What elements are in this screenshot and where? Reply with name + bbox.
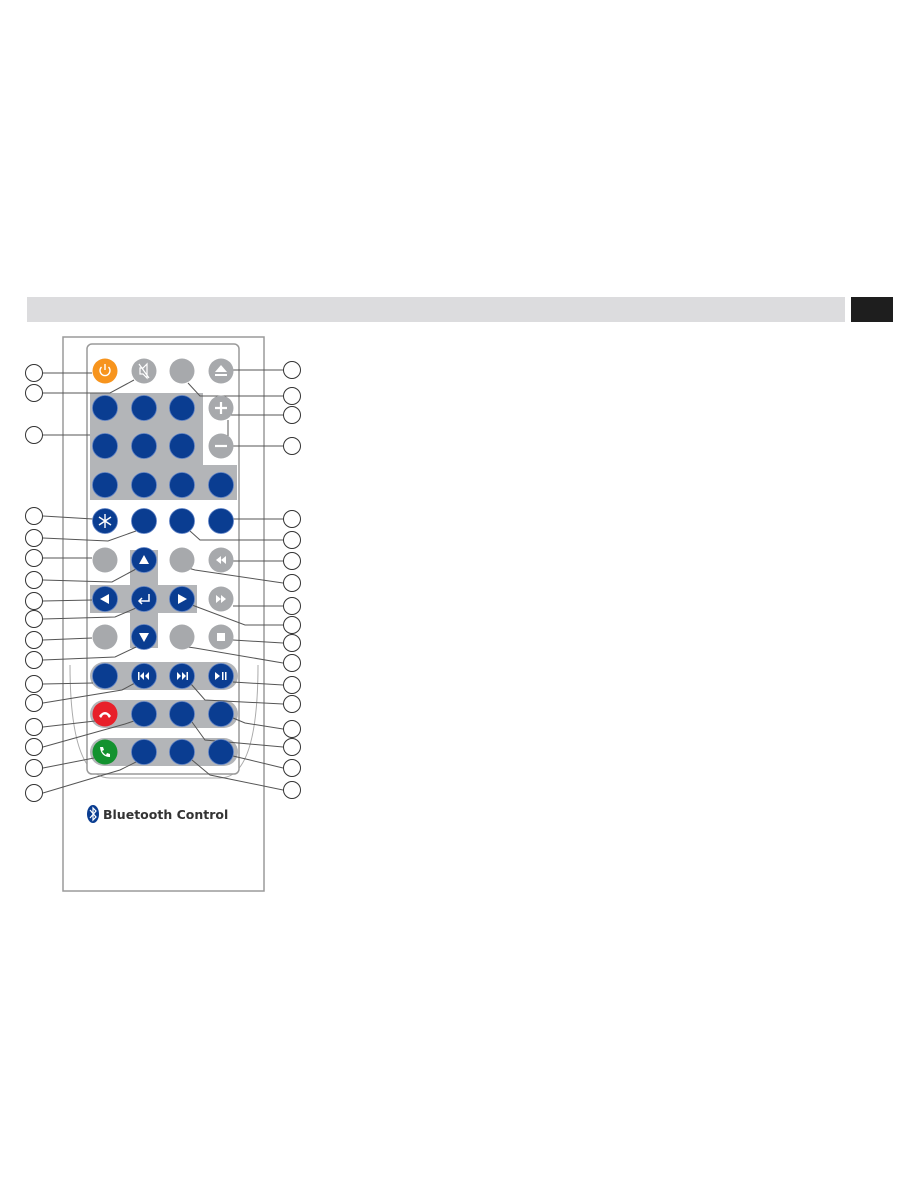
bluetooth-logo: Bluetooth Control [87, 805, 228, 823]
volume-down-button[interactable] [208, 433, 234, 459]
previous-track-button[interactable] [131, 663, 157, 689]
callout-circle [25, 694, 43, 712]
power-button[interactable] [92, 358, 118, 384]
number-button[interactable] [92, 395, 118, 421]
callout-circle [25, 784, 43, 802]
gray-button[interactable] [92, 624, 118, 650]
callout-circle [283, 676, 301, 694]
callout-circle [283, 531, 301, 549]
callout-circle [283, 387, 301, 405]
up-button[interactable] [131, 547, 157, 573]
eject-button[interactable] [208, 358, 234, 384]
blue-button[interactable] [169, 701, 195, 727]
play-pause-button[interactable] [208, 663, 234, 689]
callout-circle [25, 571, 43, 589]
blue-button[interactable] [208, 739, 234, 765]
callout-circle [25, 759, 43, 777]
enter-button[interactable] [131, 586, 157, 612]
callout-circle [25, 738, 43, 756]
number-button[interactable] [131, 395, 157, 421]
callout-circle [25, 384, 43, 402]
callout-circle [283, 510, 301, 528]
right-button[interactable] [169, 586, 195, 612]
callout-circle [25, 426, 43, 444]
callout-circle [25, 718, 43, 736]
callout-circle [25, 364, 43, 382]
blue-button[interactable] [169, 508, 195, 534]
blue-button[interactable] [131, 701, 157, 727]
fast-forward-button[interactable] [208, 586, 234, 612]
callout-circle [283, 695, 301, 713]
callout-circle [283, 406, 301, 424]
callout-circle [283, 720, 301, 738]
callout-circle [283, 574, 301, 592]
mute-button[interactable] [131, 358, 157, 384]
number-button[interactable] [169, 395, 195, 421]
down-button[interactable] [131, 624, 157, 650]
callout-circle [283, 616, 301, 634]
callout-circle [283, 437, 301, 455]
number-button[interactable] [208, 472, 234, 498]
callout-circle [25, 529, 43, 547]
asterisk-button[interactable] [92, 508, 118, 534]
gray-button[interactable] [169, 624, 195, 650]
next-track-button[interactable] [169, 663, 195, 689]
callout-circle [25, 651, 43, 669]
blue-button[interactable] [208, 508, 234, 534]
callout-circle [25, 549, 43, 567]
callout-circle [283, 781, 301, 799]
blue-button[interactable] [131, 739, 157, 765]
number-button[interactable] [131, 433, 157, 459]
number-button[interactable] [92, 433, 118, 459]
number-button[interactable] [169, 472, 195, 498]
callout-circle [283, 759, 301, 777]
callout-circle [25, 592, 43, 610]
callout-circle [25, 631, 43, 649]
left-button[interactable] [92, 586, 118, 612]
gray-button-row1[interactable] [169, 358, 195, 384]
blue-button[interactable] [208, 701, 234, 727]
callout-circle [25, 610, 43, 628]
callout-circle [283, 597, 301, 615]
blue-button[interactable] [92, 663, 118, 689]
callout-circle [283, 654, 301, 672]
hang-up-button[interactable] [92, 701, 118, 727]
callout-circle [25, 675, 43, 693]
logo-text: Bluetooth Control [103, 807, 228, 822]
number-button[interactable] [131, 472, 157, 498]
remote-control-diagram: Bluetooth Control [25, 336, 301, 892]
callout-circle [283, 634, 301, 652]
callout-circle [283, 361, 301, 379]
number-button[interactable] [169, 433, 195, 459]
rewind-button[interactable] [208, 547, 234, 573]
call-button[interactable] [92, 739, 118, 765]
gray-button[interactable] [169, 547, 195, 573]
blue-button[interactable] [131, 508, 157, 534]
stop-icon [217, 633, 225, 641]
callout-circle [283, 738, 301, 756]
gray-button[interactable] [92, 547, 118, 573]
volume-up-button[interactable] [208, 395, 234, 421]
blue-button[interactable] [169, 739, 195, 765]
callout-circle [25, 507, 43, 525]
number-button[interactable] [92, 472, 118, 498]
callout-circle [283, 552, 301, 570]
stop-button[interactable] [208, 624, 234, 650]
